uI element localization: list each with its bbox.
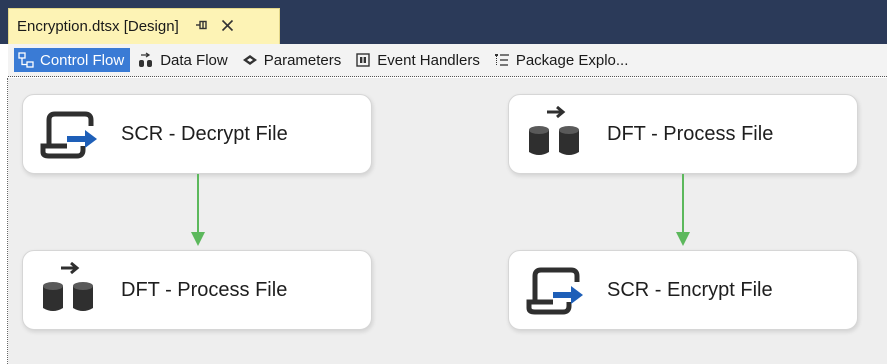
tab-data-flow[interactable]: Data Flow — [134, 48, 234, 72]
document-tab[interactable]: Encryption.dtsx [Design] — [8, 8, 280, 44]
data-flow-task-icon — [523, 105, 587, 162]
task-dft-process-file-left[interactable]: DFT - Process File — [22, 250, 372, 330]
tab-event-handlers[interactable]: Event Handlers — [351, 48, 486, 72]
control-flow-icon — [18, 52, 34, 68]
task-label: DFT - Process File — [121, 278, 288, 301]
pin-icon[interactable] — [195, 18, 209, 35]
tab-package-explorer-label: Package Explo... — [515, 51, 629, 69]
tab-parameters[interactable]: Parameters — [238, 48, 348, 72]
tab-data-flow-label: Data Flow — [160, 51, 228, 69]
designer-tab-bar: Control Flow Data Flow Parameters Event … — [8, 44, 887, 77]
task-label: DFT - Process File — [607, 122, 774, 145]
data-flow-task-icon — [37, 261, 101, 318]
task-scr-encrypt-file[interactable]: SCR - Encrypt File — [508, 250, 858, 330]
tab-control-flow[interactable]: Control Flow — [14, 48, 131, 72]
document-tab-title: Encryption.dtsx [Design] — [17, 18, 179, 35]
tab-control-flow-label: Control Flow — [40, 51, 125, 69]
data-flow-icon — [138, 52, 154, 68]
precedence-arrow[interactable] — [190, 174, 206, 248]
task-scr-decrypt-file[interactable]: SCR - Decrypt File — [22, 94, 372, 174]
task-dft-process-file-right[interactable]: DFT - Process File — [508, 94, 858, 174]
tab-parameters-label: Parameters — [263, 51, 342, 69]
close-icon[interactable] — [221, 18, 234, 35]
control-flow-canvas[interactable]: SCR - Decrypt File DFT - Process File DF… — [8, 78, 887, 364]
tab-package-explorer[interactable]: Package Explo... — [490, 48, 635, 72]
task-label: SCR - Encrypt File — [607, 278, 773, 301]
tab-event-handlers-label: Event Handlers — [377, 51, 480, 69]
task-label: SCR - Decrypt File — [121, 122, 288, 145]
event-handlers-icon — [355, 52, 371, 68]
script-task-icon — [523, 262, 587, 318]
script-task-icon — [37, 106, 101, 162]
parameters-icon — [242, 52, 258, 68]
canvas-border — [7, 78, 8, 364]
precedence-arrow[interactable] — [675, 174, 691, 248]
package-explorer-icon — [494, 52, 510, 68]
document-tabstrip: Encryption.dtsx [Design] — [0, 0, 887, 44]
